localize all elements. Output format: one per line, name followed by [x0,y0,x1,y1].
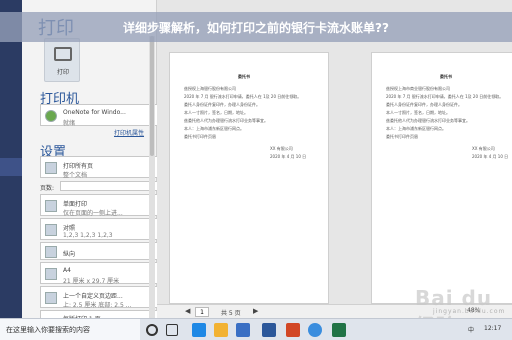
page-title: 委托书 [440,74,452,79]
margins-select[interactable]: 上一个自定义页边距... 上: 2.5 厘米 底部: 2.5 ... ▼ [40,286,160,309]
printer-icon [54,47,72,61]
page-line: 2020 年 7 月 银行流水打印申请，委托人在 1及 20 日前往领取。 [386,94,504,99]
page-range-icon [45,162,57,174]
edge-icon[interactable] [192,323,206,337]
taskbar-search-box[interactable]: 在这里输入你要搜索的内容 [0,319,140,340]
panel-scrollbar-thumb[interactable] [150,36,154,156]
backstage-nav [0,0,22,318]
option-line1: 纵向 [63,251,76,258]
mail-icon[interactable] [236,323,250,337]
option-line2: 1,2,3 1,2,3 1,2,3 [63,232,113,239]
margins-icon [45,292,57,304]
printer-select[interactable]: OneNote for Windo... 就绪 ▼ [40,104,160,127]
input-language-indicator[interactable]: 中 [468,325,474,334]
option-line2: 上: 2.5 厘米 底部: 2.5 ... [63,302,132,309]
page-count: 共 5 页 [221,310,241,317]
printer-status: 就绪 [63,120,76,127]
prev-page-button[interactable]: ◀ [185,307,190,315]
task-view-icon[interactable] [166,324,178,336]
panel-scrollbar[interactable] [149,36,155,318]
print-range-select[interactable]: 打印所有页 整个文档 ▼ [40,156,160,179]
orientation-select[interactable]: 纵向 ▼ [40,242,160,260]
word-icon[interactable] [262,323,276,337]
print-button-label: 打印 [56,69,69,76]
collate-icon [45,224,57,236]
collate-select[interactable]: 对照 1,2,3 1,2,3 1,2,3 ▼ [40,218,160,240]
preview-page: 委托书 兹授权上海银行股份有限公司 2020 年 7 月 银行流水打印申请，委托… [169,52,329,304]
excel-icon[interactable] [332,323,346,337]
page-date: 2020 年 4 月 10 日 [472,154,509,159]
taskbar: 在这里输入你要搜索的内容 中 12:17 [0,318,512,340]
pages-input[interactable] [60,181,160,191]
article-banner: 详细步骤解析，如何打印之前的银行卡流水账单?? [0,12,512,42]
page-line: 委托书打印件页眉 [184,134,216,139]
screen: 打印 打印 打印机 OneNote for Windo... 就绪 ▼ 打印机属… [0,0,512,340]
taskbar-search-text: 在这里输入你要搜索的内容 [6,326,90,334]
print-panel: 打印 打印 打印机 OneNote for Windo... 就绪 ▼ 打印机属… [22,0,160,324]
page-date: 2020 年 4 月 10 日 [270,154,307,159]
page-line: 委托人身份证件复印件，办理人身份证件。 [386,102,462,107]
clock[interactable]: 12:17 [484,325,501,332]
page-signature: XX 有限公司 [472,146,495,151]
one-sided-icon [45,200,57,212]
option-line1: 上一个自定义页边距... [63,293,123,300]
option-line1: 单面打印 [63,201,88,208]
cortana-icon[interactable] [146,324,158,336]
option-line1: 打印所有页 [63,163,94,170]
page-signature: XX 有限公司 [270,146,293,151]
page-line: 本人一寸照片，签名，日期，地址。 [184,110,248,115]
page-line: 兹委托他人代为办理银行流水打印业务等事宜。 [184,118,268,123]
sides-select[interactable]: 单面打印 仅在页面的一侧上进... ▼ [40,194,160,217]
portrait-icon [45,246,57,258]
page-line: 兹授权上海银行股份有限公司 [184,86,236,91]
option-line2: 21 厘米 x 29.7 厘米 [63,278,120,285]
option-line2: 整个文档 [63,172,88,179]
page-line: 本人：上海市浦东新区银行网点。 [184,126,244,131]
option-line1: A4 [63,267,71,274]
paper-size-select[interactable]: A4 21 厘米 x 29.7 厘米 ▼ [40,262,160,285]
next-page-button[interactable]: ▶ [253,307,258,315]
page-line: 委托人身份证件复印件，办理人身份证件。 [184,102,260,107]
pages-label: 页数: [40,185,55,192]
printer-name: OneNote for Windo... [63,109,126,116]
paper-size-icon [45,268,57,280]
page-number-input[interactable]: 1 [195,307,209,317]
option-line1: 对照 [63,225,76,232]
page-title: 委托书 [238,74,250,79]
printer-properties-link[interactable]: 打印机属性 [114,128,144,137]
browser-icon[interactable] [308,323,322,337]
preview-page: 委托书 兹授权上海市商业银行股份有限公司 2020 年 7 月 银行流水打印申请… [371,52,512,304]
banner-title: 详细步骤解析，如何打印之前的银行卡流水账单?? [123,21,389,35]
backstage-nav-active-item[interactable] [0,158,22,176]
page-line: 兹委托他人代为办理银行流水打印业务等事宜。 [386,118,470,123]
page-line: 委托书打印件页眉 [386,134,418,139]
page-line: 本人一寸照片，签名，日期，地址。 [386,110,450,115]
page-line: 本人：上海市浦东新区银行网点。 [386,126,446,131]
print-button[interactable]: 打印 [44,38,80,82]
file-explorer-icon[interactable] [214,323,228,337]
watermark-sub: jingyan.baidu.com [433,308,506,315]
print-preview: 委托书 兹授权上海银行股份有限公司 2020 年 7 月 银行流水打印申请，委托… [157,0,512,318]
page-line: 兹授权上海市商业银行股份有限公司 [386,86,450,91]
page-line: 2020 年 7 月 银行流水打印申请，委托人在 1及 20 日前往领取。 [184,94,302,99]
powerpoint-icon[interactable] [286,323,300,337]
option-line2: 仅在页面的一侧上进... [63,210,123,217]
printer-device-icon [45,110,57,122]
